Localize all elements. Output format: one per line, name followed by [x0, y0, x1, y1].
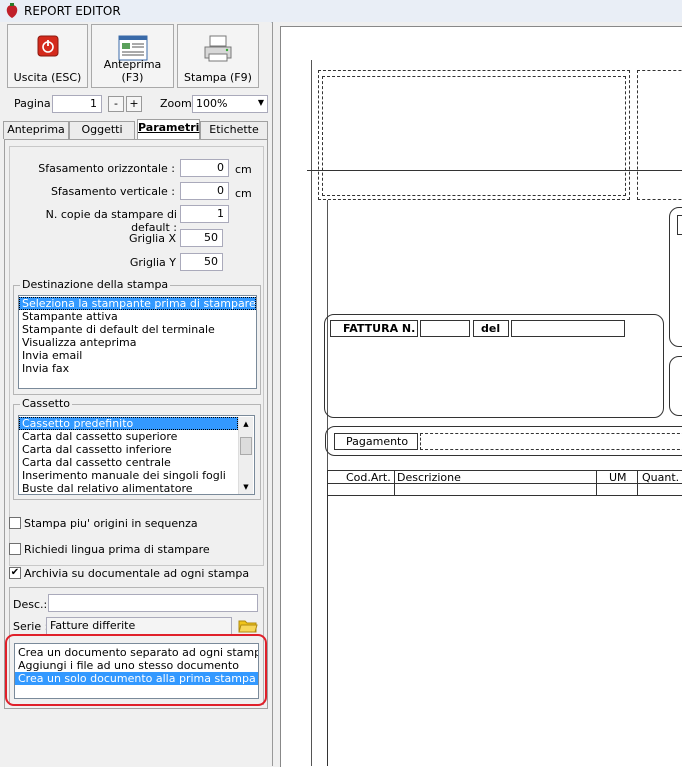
scroll-up-icon[interactable]: ▲: [240, 418, 252, 430]
list-item[interactable]: Cassetto predefinito: [19, 417, 238, 430]
offset-v-input[interactable]: 0: [180, 182, 229, 200]
preview-label: Anteprima (F3): [103, 58, 162, 84]
list-item[interactable]: Seleziona la stampante prima di stampare: [19, 297, 256, 310]
col-header-um: UM: [609, 471, 627, 484]
list-item[interactable]: Carta dal cassetto centrale: [19, 456, 254, 469]
checkmark-icon: ✔: [10, 567, 20, 578]
archive-mode-list[interactable]: Crea un documento separato ad ogni stamp…: [14, 643, 259, 699]
invoice-number-field: [420, 320, 470, 337]
date-label-box: del: [473, 320, 509, 337]
tray-scrollbar[interactable]: ▲ ▼: [238, 417, 253, 494]
list-item[interactable]: Aggiungi i file ad uno stesso documento: [15, 659, 258, 672]
tab-etichette[interactable]: Etichette: [200, 121, 268, 139]
tab-oggetti[interactable]: Oggetti: [69, 121, 135, 139]
payment-field: [420, 433, 682, 450]
items-table[interactable]: [327, 470, 682, 766]
offset-h-input[interactable]: 0: [180, 159, 229, 177]
list-item[interactable]: Invia fax: [19, 362, 256, 375]
exit-button[interactable]: Uscita (ESC): [7, 24, 88, 88]
multi-origin-label: Stampa piu' origini in sequenza: [24, 517, 198, 530]
folder-icon[interactable]: [238, 617, 258, 634]
tab-parametri[interactable]: Parametri: [137, 119, 200, 140]
scroll-down-icon[interactable]: ▼: [240, 481, 252, 493]
list-item[interactable]: Stampante attiva: [19, 310, 256, 323]
items-header-line-2: [327, 495, 682, 496]
shipping-box[interactable]: [669, 356, 682, 416]
desc-label: Desc.:: [13, 598, 48, 611]
ask-language-label: Richiedi lingua prima di stampare: [24, 543, 210, 556]
exit-label: Uscita (ESC): [13, 71, 82, 84]
copies-input[interactable]: 1: [180, 205, 229, 223]
header-logo-inner: [322, 76, 626, 196]
date-field: [511, 320, 625, 337]
zoom-label: Zoom: [160, 97, 192, 110]
page-input[interactable]: 1: [52, 95, 102, 113]
payment-label-box: Pagamento: [334, 433, 418, 450]
page-plus-button[interactable]: +: [126, 96, 142, 112]
tray-title: Cassetto: [20, 397, 73, 410]
col-divider: [394, 470, 395, 495]
ask-language-checkbox[interactable]: [9, 543, 21, 555]
title-bar: REPORT EDITOR: [0, 0, 682, 23]
list-item[interactable]: Stampante di default del terminale: [19, 323, 256, 336]
power-icon: [37, 35, 58, 57]
copies-label: N. copie da stampare di default :: [45, 208, 177, 234]
col-divider: [596, 470, 597, 495]
tab-anteprima[interactable]: Anteprima: [3, 121, 69, 139]
preview-button[interactable]: Anteprima (F3): [91, 24, 174, 88]
list-item[interactable]: Inserimento manuale dei singoli fogli: [19, 469, 254, 482]
list-item[interactable]: Visualizza anteprima: [19, 336, 256, 349]
margin-line-left: [311, 60, 313, 766]
desc-input[interactable]: [48, 594, 258, 612]
scroll-thumb[interactable]: [240, 437, 252, 455]
header-separator: [307, 170, 682, 171]
print-label: Stampa (F9): [184, 71, 252, 84]
offset-h-label: Sfasamento orizzontale :: [38, 162, 175, 175]
payment-label: Pagamento: [346, 435, 409, 448]
archive-checkbox[interactable]: ✔: [9, 567, 21, 579]
grid-x-label: Griglia X: [129, 232, 176, 245]
series-label: Serie :: [13, 620, 49, 633]
list-item[interactable]: Buste dal relativo alimentatore: [19, 482, 254, 494]
offset-v-unit: cm: [235, 187, 252, 200]
offset-h-unit: cm: [235, 163, 252, 176]
grid-y-label: Griglia Y: [129, 256, 176, 269]
list-item[interactable]: Invia email: [19, 349, 256, 362]
list-item[interactable]: Crea un solo documento alla prima stampa: [15, 672, 258, 685]
customer-field: [677, 215, 682, 235]
destination-title: Destinazione della stampa: [20, 278, 171, 291]
app-logo-icon: [6, 3, 18, 18]
list-item[interactable]: Carta dal cassetto inferiore: [19, 443, 254, 456]
print-button[interactable]: Stampa (F9): [177, 24, 259, 88]
invoice-label-box: FATTURA N.: [330, 320, 418, 337]
header-company-box[interactable]: [637, 70, 682, 200]
window-title: REPORT EDITOR: [24, 4, 121, 18]
col-header-quantity: Quant.: [642, 471, 680, 484]
grid-x-input[interactable]: 50: [180, 229, 223, 247]
chevron-down-icon: ▼: [257, 98, 264, 107]
offset-v-label: Sfasamento verticale :: [50, 185, 175, 198]
zoom-select[interactable]: 100% ▼: [192, 95, 268, 113]
col-header-code: Cod.Art.: [346, 471, 391, 484]
destination-list[interactable]: Seleziona la stampante prima di stampare…: [18, 295, 257, 389]
page-label: Pagina: [14, 97, 51, 110]
tray-list[interactable]: Cassetto predefinito Carta dal cassetto …: [18, 415, 255, 495]
grid-y-input[interactable]: 50: [180, 253, 223, 271]
printer-icon: [204, 35, 232, 62]
col-divider: [637, 470, 638, 495]
list-item[interactable]: Carta dal cassetto superiore: [19, 430, 254, 443]
date-label: del: [481, 322, 501, 335]
zoom-value: 100%: [196, 97, 228, 110]
archive-label: Archivia su documentale ad ogni stampa: [24, 567, 250, 580]
col-header-description: Descrizione: [397, 471, 461, 484]
list-item[interactable]: Crea un documento separato ad ogni stamp…: [15, 646, 258, 659]
page-minus-button[interactable]: -: [108, 96, 124, 112]
series-field: Fatture differite: [46, 617, 232, 635]
multi-origin-checkbox[interactable]: [9, 517, 21, 529]
invoice-label: FATTURA N.: [343, 322, 416, 335]
